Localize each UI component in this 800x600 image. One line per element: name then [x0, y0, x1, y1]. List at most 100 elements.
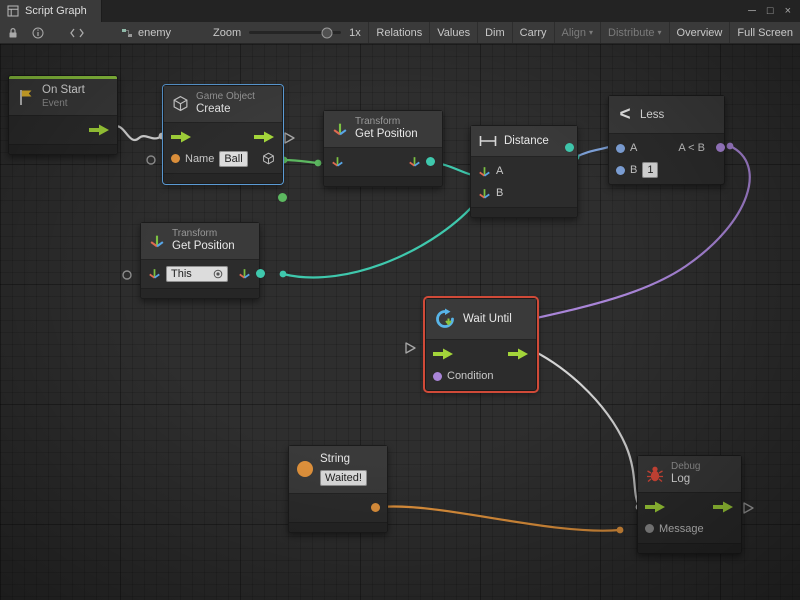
maximize-button[interactable]: □ — [767, 5, 774, 17]
string-icon — [297, 461, 313, 477]
vector3-input-a-port[interactable] — [478, 165, 491, 178]
distribute-button[interactable]: Distribute▾ — [600, 22, 668, 43]
wire-string-to-debuglog-message[interactable] — [381, 506, 620, 530]
node-title: Log — [671, 473, 700, 487]
node-footer — [638, 543, 741, 553]
transform-icon — [332, 121, 348, 137]
minimize-button[interactable]: ─ — [748, 5, 756, 17]
node-header: < Less — [609, 96, 724, 134]
exec-input-port[interactable] — [171, 131, 192, 143]
transform-input-port[interactable] — [148, 267, 161, 280]
exec-output-port[interactable] — [508, 348, 529, 360]
node-header: Distance — [471, 126, 577, 157]
node-footer — [324, 176, 442, 186]
less-icon: < — [617, 105, 633, 124]
message-input-port[interactable] — [645, 524, 654, 533]
input-a-port[interactable] — [616, 144, 625, 153]
script-graph-window: Script Graph ─ □ × enemy Zoom — [0, 0, 800, 600]
node-footer — [9, 144, 117, 154]
vector3-input-b-port[interactable] — [478, 187, 491, 200]
node-string-literal[interactable]: String Waited! — [288, 445, 388, 533]
string-value-input[interactable]: Waited! — [320, 470, 367, 486]
node-less[interactable]: < Less A A < B B 1 — [608, 95, 725, 185]
graph-breadcrumb[interactable]: enemy — [121, 22, 171, 43]
node-footer — [289, 522, 387, 532]
flag-icon — [17, 88, 35, 106]
name-port-label: Name — [185, 153, 214, 165]
relations-button[interactable]: Relations — [368, 22, 429, 43]
node-title: Distance — [504, 135, 549, 147]
node-type: Transform — [172, 228, 235, 240]
zoom-slider[interactable] — [249, 22, 341, 43]
node-title: String — [320, 453, 367, 467]
zoom-value: 1x — [349, 27, 361, 39]
node-header: Transform Get Position — [324, 111, 442, 148]
input-b-value[interactable]: 1 — [642, 162, 658, 178]
align-button[interactable]: Align▾ — [554, 22, 600, 43]
values-button[interactable]: Values — [429, 22, 477, 43]
string-output-port[interactable] — [371, 503, 380, 512]
vector3-icon — [408, 155, 421, 168]
exec-input-port[interactable] — [645, 501, 666, 513]
distance-output-port[interactable] — [565, 143, 574, 152]
close-button[interactable]: × — [785, 5, 791, 17]
gameobject-icon — [262, 152, 275, 165]
node-footer — [164, 173, 282, 183]
node-get-position-2[interactable]: Transform Get Position This — [140, 222, 260, 299]
chevron-down-icon: ▾ — [589, 28, 593, 37]
node-footer — [141, 288, 259, 298]
lock-button[interactable] — [0, 22, 25, 43]
graph-asset-icon — [121, 27, 133, 39]
node-type: Debug — [671, 461, 700, 473]
input-a-label: A — [630, 142, 637, 154]
wire-create-to-getposition1[interactable] — [284, 160, 318, 163]
condition-input-port[interactable] — [433, 372, 442, 381]
node-gameobject-create[interactable]: Game Object Create Name Ball — [163, 85, 283, 184]
cube-icon — [172, 95, 189, 112]
carry-button[interactable]: Carry — [512, 22, 554, 43]
info-button[interactable] — [25, 22, 50, 43]
result-output-port[interactable] — [716, 143, 725, 152]
input-b-label: B — [496, 187, 503, 199]
unconnected-exec-indicator — [406, 343, 415, 353]
transform-icon — [149, 233, 165, 249]
fit-view-button[interactable] — [64, 22, 89, 43]
graph-canvas[interactable]: On Start Event Game Object — [0, 44, 800, 600]
dim-button[interactable]: Dim — [477, 22, 512, 43]
position-output-port[interactable] — [426, 157, 435, 166]
name-input-port[interactable] — [171, 154, 180, 163]
node-on-start-event[interactable]: On Start Event — [8, 75, 118, 155]
target-selector[interactable]: This — [166, 266, 228, 282]
wire-end-dot — [315, 160, 322, 167]
gameobject-output-port[interactable] — [278, 193, 287, 202]
tab-script-graph[interactable]: Script Graph — [0, 0, 102, 22]
node-wait-until[interactable]: Wait Until Condition — [425, 298, 537, 391]
wire-onstart-to-create[interactable] — [112, 126, 162, 140]
node-header: String Waited! — [289, 446, 387, 494]
node-distance[interactable]: Distance A B — [470, 125, 578, 218]
script-graph-icon — [7, 5, 19, 17]
node-header: On Start Event — [9, 79, 117, 116]
wire-waituntil-to-debuglog[interactable] — [527, 348, 639, 505]
node-get-position-1[interactable]: Transform Get Position — [323, 110, 443, 187]
wire-end-dot — [280, 271, 287, 278]
node-debug-log[interactable]: Debug Log Message — [637, 455, 742, 554]
transform-input-port[interactable] — [331, 155, 344, 168]
node-title: Wait Until — [463, 313, 512, 325]
node-subtitle: Event — [42, 98, 85, 110]
name-value-input[interactable]: Ball — [219, 151, 247, 167]
overview-button[interactable]: Overview — [669, 22, 730, 43]
wire-getposition2-to-distance-b[interactable] — [283, 200, 478, 277]
message-label: Message — [659, 523, 704, 535]
input-b-port[interactable] — [616, 166, 625, 175]
zoom-label: Zoom — [213, 27, 241, 39]
node-header: Game Object Create — [164, 86, 282, 123]
exec-input-port[interactable] — [433, 348, 454, 360]
exec-output-port[interactable] — [89, 124, 110, 136]
full-screen-button[interactable]: Full Screen — [729, 22, 800, 43]
exec-output-port[interactable] — [254, 131, 275, 143]
node-title: Get Position — [355, 128, 418, 142]
wire-distance-to-less-a[interactable] — [576, 146, 612, 157]
exec-output-port[interactable] — [713, 501, 734, 513]
zoom-slider-knob[interactable] — [322, 27, 333, 38]
